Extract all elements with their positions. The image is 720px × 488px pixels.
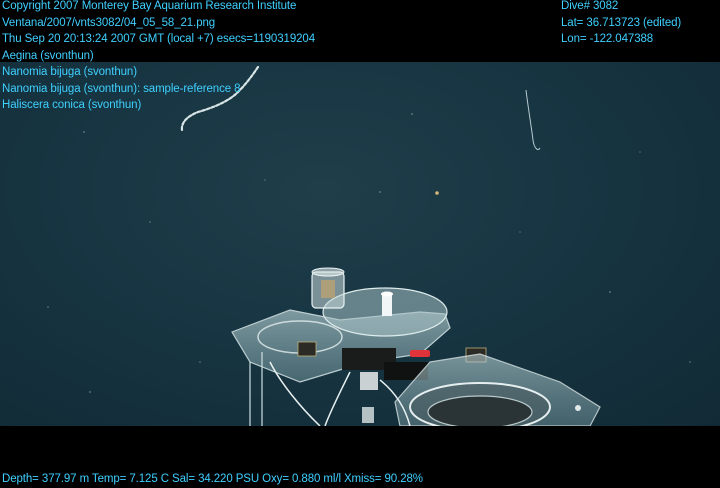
copyright-line: Copyright 2007 Monterey Bay Aquarium Res… [2, 0, 297, 12]
filename-line: Ventana/2007/vnts3082/04_05_58_21.png [2, 16, 216, 29]
header-left: Copyright 2007 Monterey Bay Aquarium Res… [2, 0, 315, 114]
annotation-line: Nanomia bijuga (svonthun) [2, 66, 137, 78]
tentacle-filament [525, 89, 541, 151]
underwater-scene [0, 62, 720, 426]
header-right: Dive# 3082 Lat= 36.713723 (edited) Lon= … [561, 0, 681, 48]
sensor-readout: Depth= 377.97 m Temp= 7.125 C Sal= 34.22… [2, 473, 423, 485]
annotation-line: Nanomia bijuga (svonthun): sample-refere… [2, 82, 241, 95]
annotation-line: Aegina (svonthun) [2, 49, 94, 62]
scene-illustration [47, 65, 691, 426]
dive-number: Dive# 3082 [561, 0, 619, 12]
video-frame: Copyright 2007 Monterey Bay Aquarium Res… [0, 0, 720, 486]
timestamp-line: Thu Sep 20 20:13:24 2007 GMT (local +7) … [2, 33, 316, 45]
small-organism [435, 191, 439, 195]
annotation-line: Haliscera conica (svonthun) [2, 99, 142, 111]
latitude: Lat= 36.713723 (edited) [561, 16, 682, 29]
sensor-footer: Depth= 377.97 m Temp= 7.125 C Sal= 34.22… [2, 471, 423, 488]
sampling-apparatus [231, 267, 601, 426]
longitude: Lon= -122.047388 [561, 33, 654, 45]
